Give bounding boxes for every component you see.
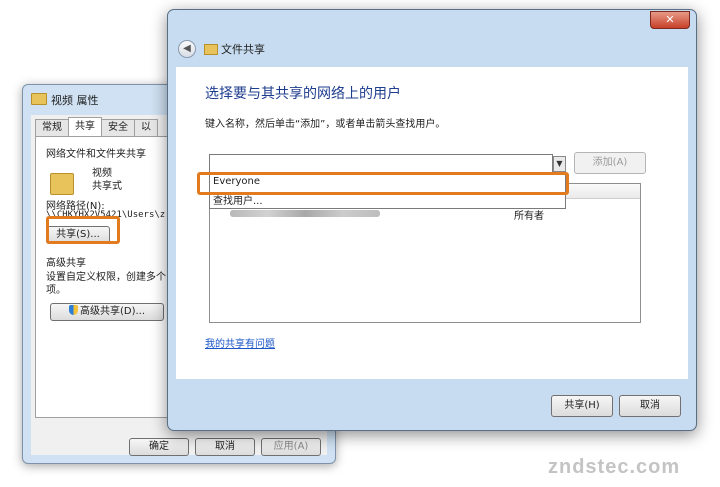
instruction-text: 键入名称，然后单击“添加”，或者单击箭头查找用户。 [205, 119, 446, 130]
add-button[interactable]: 添加(A) [574, 152, 646, 174]
apply-button[interactable]: 应用(A) [261, 438, 321, 456]
permission-level: 所有者 [514, 211, 544, 222]
cancel-button[interactable]: 取消 [195, 438, 255, 456]
file-sharing-title: 文件共享 [221, 43, 265, 56]
blurred-user-name [230, 210, 380, 217]
section-advanced-sharing: 高级共享 [46, 258, 86, 269]
advanced-sharing-button[interactable]: 高级共享(D)... [50, 303, 164, 321]
advanced-sharing-label: 高级共享(D)... [79, 306, 146, 317]
folder-icon [31, 93, 47, 105]
advanced-description-cont: 项。 [46, 285, 66, 296]
everyone-highlight [197, 172, 569, 195]
chevron-down-icon: ▼ [556, 159, 563, 168]
close-icon: ✕ [665, 13, 675, 26]
share-cancel-button[interactable]: 取消 [619, 395, 681, 417]
user-name-input[interactable] [209, 154, 553, 174]
tab-general[interactable]: 常规 [35, 119, 69, 136]
ok-button[interactable]: 确定 [129, 438, 189, 456]
back-arrow-icon: ◀ [183, 43, 191, 54]
tab-previous[interactable]: 以 [134, 119, 158, 136]
close-button[interactable]: ✕ [650, 11, 690, 29]
uac-shield-icon [68, 305, 78, 315]
folder-share-state: 共享式 [92, 181, 122, 192]
share-button-highlight [46, 216, 120, 244]
properties-tabs: 常规 共享 安全 以 [35, 117, 158, 137]
tab-sharing[interactable]: 共享 [68, 117, 102, 136]
watermark: zndstec.com [548, 456, 681, 478]
dropdown-arrow-button[interactable]: ▼ [553, 156, 566, 172]
properties-title: 视频 属性 [51, 94, 99, 107]
sharing-folder-icon [204, 44, 218, 55]
help-link[interactable]: 我的共享有问题 [205, 335, 275, 350]
section-network-sharing: 网络文件和文件夹共享 [46, 149, 146, 160]
tab-security[interactable]: 安全 [101, 119, 135, 136]
folder-icon [50, 173, 74, 195]
file-sharing-content: 选择要与其共享的网络上的用户 键入名称，然后单击“添加”，或者单击箭头查找用户。… [176, 67, 688, 379]
page-heading: 选择要与其共享的网络上的用户 [205, 86, 401, 102]
list-item[interactable]: 所有者 [210, 207, 640, 222]
share-confirm-button[interactable]: 共享(H) [551, 395, 613, 417]
file-sharing-window: ✕ ◀ 文件共享 选择要与其共享的网络上的用户 键入名称，然后单击“添加”，或者… [167, 9, 697, 431]
back-button[interactable]: ◀ [178, 40, 196, 58]
